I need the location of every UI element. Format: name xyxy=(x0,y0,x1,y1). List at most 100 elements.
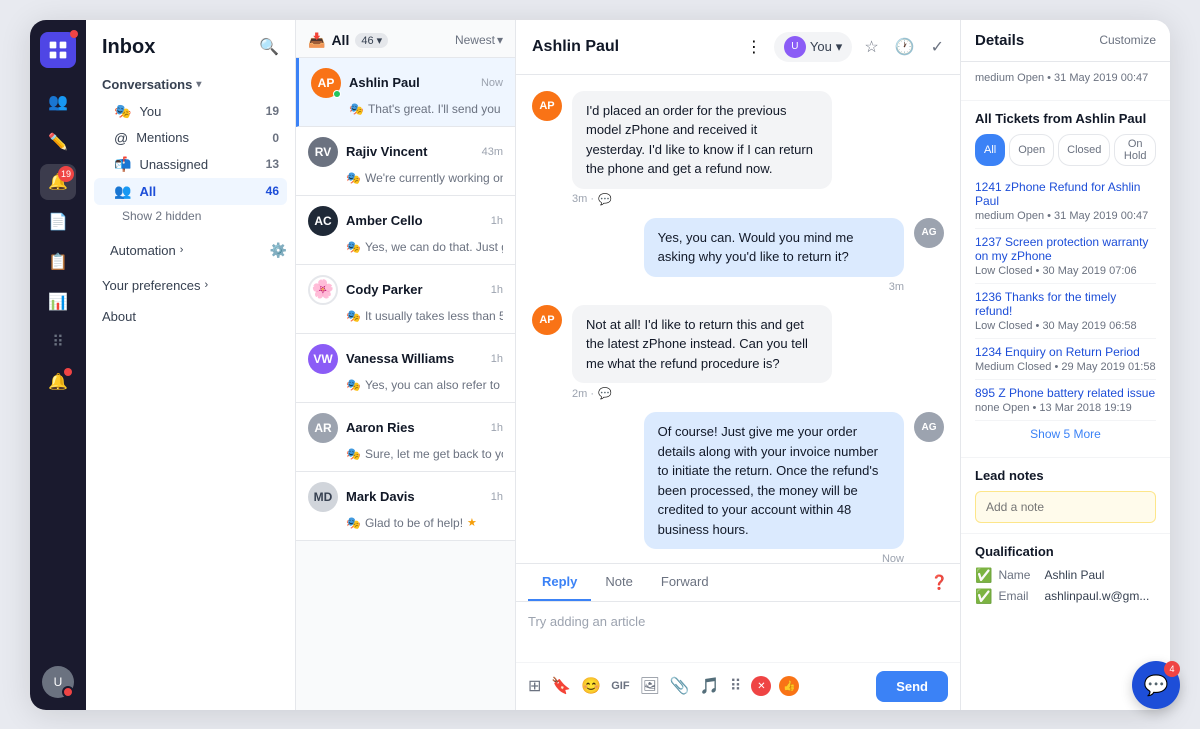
avatar: AP xyxy=(311,68,341,98)
filter-on-hold[interactable]: On Hold xyxy=(1114,134,1156,166)
tab-forward[interactable]: Forward xyxy=(647,564,723,601)
show-hidden-link[interactable]: Show 2 hidden xyxy=(94,205,287,227)
filter-all[interactable]: All xyxy=(975,134,1005,166)
reaction-orange[interactable]: 👍 xyxy=(779,676,799,696)
bookmark-icon[interactable]: 🔖 xyxy=(551,676,571,696)
app-container: 👥 ✏️ 🔔 19 📄 📋 📊 ⠿ 🔔 U Inbox 🔍 Conversati… xyxy=(30,20,1170,710)
qual-name-row: ✅ Name Ashlin Paul xyxy=(975,567,1156,584)
ticket-name: 1237 Screen protection warranty on my zP… xyxy=(975,235,1156,263)
sidebar-item-unassigned[interactable]: 📬 Unassigned 13 xyxy=(94,151,287,178)
message-avatar: AP xyxy=(532,91,562,121)
agent-avatar: AG xyxy=(914,412,944,442)
message-time: 3m · 💬 xyxy=(572,193,944,206)
add-note-input[interactable] xyxy=(975,491,1156,523)
conv-name: Aaron Ries xyxy=(346,420,483,435)
gear-icon[interactable]: ⚙️ xyxy=(270,242,287,259)
ticket-name: 895 Z Phone battery related issue xyxy=(975,386,1156,400)
message-time: 2m · 💬 xyxy=(572,387,944,400)
reaction-red[interactable]: ✕ xyxy=(751,676,771,696)
tickets-section-title: All Tickets from Ashlin Paul xyxy=(975,111,1156,126)
conv-item-cody-parker[interactable]: 🌸 Cody Parker 1h 🎭 It usually takes less… xyxy=(296,265,515,334)
audio-icon[interactable]: 🎵 xyxy=(700,676,720,696)
conv-item-vanessa-williams[interactable]: VW Vanessa Williams 1h 🎭 Yes, you can al… xyxy=(296,334,515,403)
chat-area: Ashlin Paul ⋮ U You ▾ ☆ 🕐 ✓ AP I'd place… xyxy=(516,20,960,710)
image-icon[interactable]: 🖼 xyxy=(640,676,660,696)
agent-message-wrap: Yes, you can. Would you mind me asking w… xyxy=(532,218,904,293)
show-more-button[interactable]: Show 5 More xyxy=(975,421,1156,447)
preview-icon: 🎭 xyxy=(346,171,361,185)
message-time: Now xyxy=(882,553,904,563)
conversations-header[interactable]: Conversations ▾ xyxy=(94,71,287,98)
unassigned-icon: 📬 xyxy=(114,156,131,173)
ticket-item[interactable]: 1237 Screen protection warranty on my zP… xyxy=(975,229,1156,284)
sidebar-item-you[interactable]: 🎭 You 19 xyxy=(94,98,287,125)
attachment-icon[interactable]: 📎 xyxy=(670,676,690,696)
about-link[interactable]: About xyxy=(86,301,295,332)
message-bubble: Of course! Just give me your order detai… xyxy=(644,412,904,549)
tab-note[interactable]: Note xyxy=(591,564,646,601)
details-header: Details Customize xyxy=(961,20,1170,62)
nav-icon-alerts[interactable]: 🔔 xyxy=(40,364,76,400)
online-indicator xyxy=(333,90,341,98)
conv-time: 1h xyxy=(491,353,503,365)
messages-container: AP I'd placed an order for the previous … xyxy=(516,75,960,563)
tab-reply[interactable]: Reply xyxy=(528,564,591,601)
filter-open[interactable]: Open xyxy=(1009,134,1054,166)
support-badge: 4 xyxy=(1164,661,1180,677)
star-icon: ★ xyxy=(467,516,477,529)
conv-sort-dropdown[interactable]: Newest ▾ xyxy=(455,33,503,47)
you-icon: 🎭 xyxy=(114,103,131,120)
sidebar-item-all[interactable]: 👥 All 46 xyxy=(94,178,287,205)
conv-item-aaron-ries[interactable]: AR Aaron Ries 1h 🎭 Sure, let me get back… xyxy=(296,403,515,472)
ticket-item[interactable]: 895 Z Phone battery related issue none O… xyxy=(975,380,1156,421)
nav-icon-notifications[interactable]: 🔔 19 xyxy=(40,164,76,200)
nav-logo[interactable] xyxy=(40,32,76,68)
assignee-selector[interactable]: U You ▾ xyxy=(774,32,852,62)
message-bubble: Not at all! I'd like to return this and … xyxy=(572,305,832,384)
filter-closed[interactable]: Closed xyxy=(1058,134,1110,166)
format-icon[interactable]: ⊞ xyxy=(528,676,541,696)
automation-link[interactable]: Automation › xyxy=(94,235,199,266)
gif-icon[interactable]: GIF xyxy=(611,680,629,692)
more-options-icon[interactable]: ⋮ xyxy=(746,37,762,57)
send-button[interactable]: Send xyxy=(876,671,948,702)
conv-item-mark-davis[interactable]: MD Mark Davis 1h 🎭 Glad to be of help! ★ xyxy=(296,472,515,541)
preferences-label: Your preferences xyxy=(102,278,201,293)
conv-item-ashlin-paul[interactable]: AP Ashlin Paul Now 🎭 That's great. I'll … xyxy=(296,58,515,127)
sidebar-item-you-label: You xyxy=(139,104,257,119)
sidebar-item-mentions[interactable]: @ Mentions 0 xyxy=(94,125,287,151)
nav-icon-table[interactable]: 📋 xyxy=(40,244,76,280)
emoji-icon[interactable]: 😊 xyxy=(581,676,601,696)
nav-icon-compose[interactable]: ✏️ xyxy=(40,124,76,160)
nav-icon-chart[interactable]: 📊 xyxy=(40,284,76,320)
conv-preview: 🎭 That's great. I'll send you a copy of.… xyxy=(311,102,503,116)
preferences-link[interactable]: Your preferences › xyxy=(86,270,295,301)
avatar: RV xyxy=(308,137,338,167)
ticket-item[interactable]: 1234 Enquiry on Return Period Medium Clo… xyxy=(975,339,1156,380)
star-icon[interactable]: ☆ xyxy=(864,37,878,57)
customize-button[interactable]: Customize xyxy=(1099,33,1156,47)
nav-icon-reports[interactable]: 📄 xyxy=(40,204,76,240)
ticket-name: 1236 Thanks for the timely refund! xyxy=(975,290,1156,318)
nav-icon-apps[interactable]: ⠿ xyxy=(40,324,76,360)
conv-item-rajiv-vincent[interactable]: RV Rajiv Vincent 43m 🎭 We're currently w… xyxy=(296,127,515,196)
conversations-label: Conversations xyxy=(102,77,192,92)
ticket-item[interactable]: 1236 Thanks for the timely refund! Low C… xyxy=(975,284,1156,339)
ticket-meta: Low Closed • 30 May 2019 07:06 xyxy=(975,265,1156,277)
conv-item-top: VW Vanessa Williams 1h xyxy=(308,344,503,374)
search-icon[interactable]: 🔍 xyxy=(259,37,279,57)
user-avatar[interactable]: U xyxy=(42,666,74,698)
check-icon[interactable]: ✓ xyxy=(931,37,944,57)
help-icon[interactable]: ❓ xyxy=(931,574,948,591)
message-meta: Not at all! I'd like to return this and … xyxy=(572,305,944,401)
clock-icon[interactable]: 🕐 xyxy=(895,37,915,57)
check-icon: ✅ xyxy=(975,588,992,605)
message-bubble: I'd placed an order for the previous mod… xyxy=(572,91,832,189)
qual-email-value: ashlinpaul.w@gm... xyxy=(1044,589,1156,603)
conv-item-amber-cello[interactable]: AC Amber Cello 1h 🎭 Yes, we can do that.… xyxy=(296,196,515,265)
support-chat-bubble[interactable]: 💬 4 xyxy=(1132,661,1180,709)
grid-icon[interactable]: ⠿ xyxy=(730,676,742,696)
ticket-item[interactable]: 1241 zPhone Refund for Ashlin Paul mediu… xyxy=(975,174,1156,229)
reply-input[interactable]: Try adding an article xyxy=(516,602,960,662)
nav-icon-contacts[interactable]: 👥 xyxy=(40,84,76,120)
